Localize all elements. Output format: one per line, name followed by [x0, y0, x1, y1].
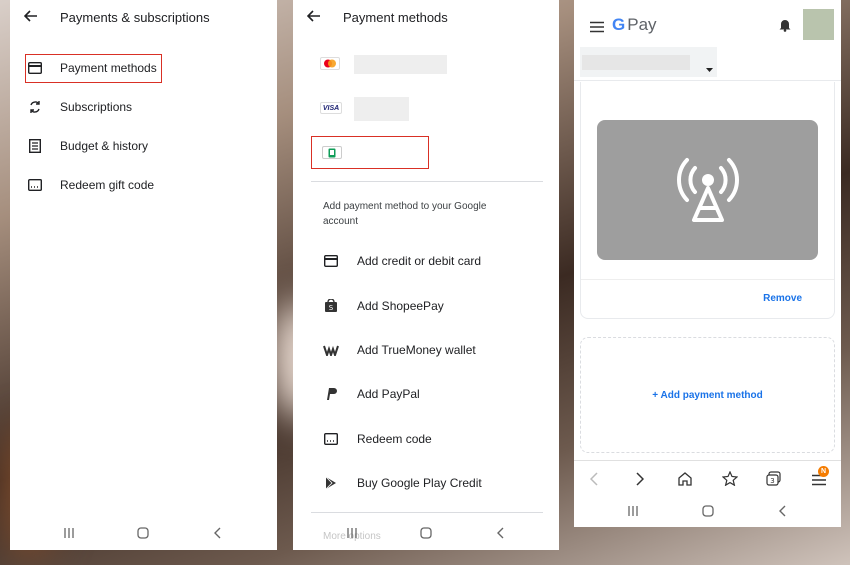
browser-home-icon[interactable] — [678, 472, 692, 491]
option-label: Add PayPal — [357, 387, 420, 401]
back-nav-icon[interactable] — [494, 526, 508, 540]
notification-badge: N — [818, 466, 829, 477]
option-label: Redeem code — [357, 432, 432, 446]
redeem-code-icon — [323, 432, 339, 446]
tabs-icon[interactable]: 3 — [766, 471, 782, 491]
menu-item-label: Subscriptions — [60, 100, 133, 114]
google-pay-screen: G Pay Remove + Add payment method 3 N — [574, 0, 841, 527]
divider — [574, 80, 841, 81]
menu-item-label: Redeem gift code — [60, 178, 155, 192]
option-redeem-code[interactable]: Redeem code — [293, 426, 559, 452]
back-arrow-icon[interactable] — [307, 9, 321, 23]
bell-icon[interactable] — [779, 18, 791, 37]
logo-g: G — [612, 15, 626, 34]
system-nav-bar — [10, 522, 277, 546]
system-nav-bar — [293, 522, 559, 546]
recent-apps-icon[interactable] — [626, 504, 640, 518]
payment-card-container: Remove — [580, 82, 835, 319]
sync-icon — [28, 100, 42, 114]
redacted-card-number — [354, 55, 447, 74]
menu-item-label: Payment methods — [60, 61, 157, 75]
menu-item-budget-history[interactable]: Budget & history — [10, 133, 277, 159]
bookmark-star-icon[interactable] — [721, 470, 739, 491]
menu-item-payment-methods[interactable]: Payment methods — [10, 55, 277, 81]
option-add-paypal[interactable]: Add PayPal — [293, 381, 559, 407]
option-label: Add credit or debit card — [357, 254, 482, 268]
add-payment-method-button[interactable]: + Add payment method — [652, 390, 762, 401]
option-add-card[interactable]: Add credit or debit card — [293, 248, 559, 274]
app-header: Payment methods — [293, 0, 559, 36]
paypal-icon — [323, 387, 339, 401]
browser-back-icon[interactable] — [589, 472, 598, 491]
payment-methods-screen: Payment methods VISA Add payment method … — [293, 0, 559, 550]
visa-icon: VISA — [320, 102, 342, 114]
app-header: Payments & subscriptions — [10, 0, 277, 36]
menu-item-subscriptions[interactable]: Subscriptions — [10, 94, 277, 120]
add-payment-method-area[interactable]: + Add payment method — [580, 337, 835, 453]
logo-pay: Pay — [627, 15, 657, 34]
menu-item-label: Budget & history — [60, 139, 149, 153]
card-image — [597, 120, 818, 260]
mastercard-icon — [320, 57, 340, 70]
truemoney-icon — [323, 343, 339, 357]
home-icon[interactable] — [419, 526, 433, 540]
svg-text:S: S — [329, 304, 334, 312]
option-label: Add TrueMoney wallet — [357, 343, 476, 357]
option-add-truemoney[interactable]: Add TrueMoney wallet — [293, 337, 559, 363]
hamburger-menu-icon[interactable] — [590, 20, 604, 38]
play-icon — [323, 476, 339, 490]
system-nav-bar — [574, 500, 841, 524]
home-icon[interactable] — [701, 504, 715, 518]
option-add-shopeepay[interactable]: S Add ShopeePay — [293, 293, 559, 319]
recent-apps-icon[interactable] — [345, 526, 359, 540]
gpay-logo: G Pay — [612, 15, 657, 35]
credit-card-icon — [28, 61, 42, 75]
redacted-account — [582, 55, 690, 70]
account-dropdown[interactable] — [580, 47, 717, 77]
home-icon[interactable] — [136, 526, 150, 540]
payments-subscriptions-screen: Payments & subscriptions Payment methods… — [10, 0, 277, 550]
page-title: Payment methods — [343, 10, 448, 25]
browser-forward-icon[interactable] — [636, 472, 645, 491]
recent-apps-icon[interactable] — [62, 526, 76, 540]
back-nav-icon[interactable] — [211, 526, 225, 540]
option-label: Add ShopeePay — [357, 299, 444, 313]
divider — [311, 512, 543, 513]
wireless-tower-icon — [676, 158, 739, 222]
play-balance-icon — [322, 146, 342, 159]
page-title: Payments & subscriptions — [60, 10, 210, 25]
add-payment-heading: Add payment method to your Google accoun… — [323, 201, 487, 227]
gift-code-icon — [28, 178, 42, 192]
redacted-card-number — [354, 97, 409, 121]
remove-button[interactable]: Remove — [763, 293, 802, 304]
back-nav-icon[interactable] — [776, 504, 790, 518]
tab-count: 3 — [770, 477, 774, 485]
menu-item-redeem-gift-code[interactable]: Redeem gift code — [10, 172, 277, 198]
divider — [581, 279, 834, 280]
option-buy-play-credit[interactable]: Buy Google Play Credit — [293, 470, 559, 496]
list-icon — [28, 139, 42, 153]
shopeepay-icon: S — [323, 299, 339, 313]
avatar[interactable] — [803, 9, 834, 40]
browser-toolbar: 3 N — [574, 460, 841, 496]
chevron-down-icon — [706, 59, 713, 77]
back-arrow-icon[interactable] — [24, 9, 38, 23]
option-label: Buy Google Play Credit — [357, 476, 482, 490]
divider — [311, 181, 543, 182]
credit-card-icon — [323, 254, 339, 268]
